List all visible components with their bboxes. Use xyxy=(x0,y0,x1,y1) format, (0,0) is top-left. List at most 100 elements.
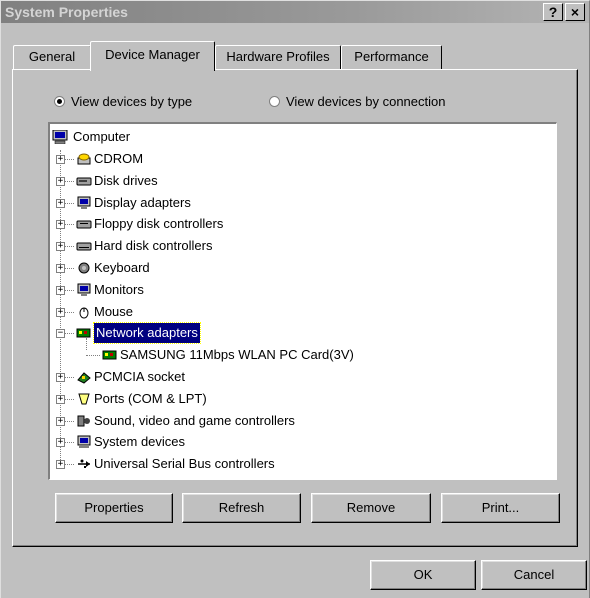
system-device-icon xyxy=(77,435,91,449)
tree-node-network-adapters[interactable]: − Network adapters xyxy=(50,322,550,345)
tree-connector xyxy=(65,333,74,335)
window-title: System Properties xyxy=(5,4,128,20)
expand-icon[interactable]: + xyxy=(56,394,65,404)
view-by-type-radio[interactable]: View devices by type xyxy=(54,94,192,109)
tree-label: Monitors xyxy=(94,281,144,297)
close-button[interactable]: × xyxy=(565,3,585,21)
tree-label: PCMCIA socket xyxy=(94,369,186,384)
tree-label: Floppy disk controllers xyxy=(94,216,224,232)
refresh-label: Refresh xyxy=(218,500,265,515)
tree-label: Keyboard xyxy=(94,260,150,275)
print-label: Print... xyxy=(481,500,520,515)
tree-node-floppy-disk-controllers[interactable]: + Floppy disk controllers xyxy=(50,214,550,234)
tree-label: Display adapters xyxy=(94,194,191,210)
port-icon xyxy=(78,393,90,405)
tree-connector xyxy=(65,268,74,269)
ok-label: OK xyxy=(413,567,433,582)
radio-unselected-indicator xyxy=(269,96,280,107)
tree-connector xyxy=(65,398,74,400)
tree-node-mouse[interactable]: + Mouse xyxy=(50,302,550,322)
properties-button[interactable]: Properties xyxy=(55,493,173,523)
tree-connector xyxy=(65,224,74,226)
floppy-controller-icon xyxy=(76,220,92,229)
collapse-icon[interactable]: − xyxy=(56,329,65,339)
tree-label: Computer xyxy=(73,129,131,144)
print-button[interactable]: Print... xyxy=(441,493,560,523)
tab-general[interactable]: General xyxy=(13,45,91,69)
title-bar[interactable]: System Properties ? × xyxy=(1,1,589,23)
keyboard-icon xyxy=(78,262,90,274)
tree-node-system-devices[interactable]: + System devices xyxy=(50,432,550,452)
tree-label: Network adapters xyxy=(93,322,201,345)
tree-connector xyxy=(65,420,74,422)
view-by-connection-radio[interactable]: View devices by connection xyxy=(269,94,445,109)
expand-icon[interactable]: + xyxy=(56,220,65,230)
tree-connector xyxy=(65,464,74,466)
tree-label: Hard disk controllers xyxy=(94,238,213,254)
tree-label: Ports (COM & LPT) xyxy=(94,390,207,406)
remove-button[interactable]: Remove xyxy=(311,493,431,523)
tree-node-display-adapters[interactable]: + Display adapters xyxy=(50,193,550,213)
expand-icon[interactable]: + xyxy=(56,176,65,186)
display-adapter-icon xyxy=(77,196,91,209)
tree-node-hard-disk-controllers[interactable]: + Hard disk controllers xyxy=(50,236,550,256)
tab-device-manager[interactable]: Device Manager xyxy=(90,41,215,71)
remove-label: Remove xyxy=(346,500,396,515)
device-tree[interactable]: Computer + CDROM + Disk drives + Display adap… xyxy=(48,122,557,480)
usb-icon xyxy=(78,459,90,469)
tree-connector xyxy=(65,377,74,378)
tree-node-disk-drives[interactable]: + Disk drives xyxy=(50,171,550,191)
view-by-type-label: View devices by type xyxy=(71,94,193,109)
view-by-connection-label: View devices by connection xyxy=(286,94,446,109)
tree-label: Universal Serial Bus controllers xyxy=(94,456,275,472)
properties-label: Properties xyxy=(84,500,144,515)
cdrom-icon xyxy=(77,153,91,165)
monitor-icon xyxy=(77,283,91,296)
cancel-label: Cancel xyxy=(513,567,555,582)
tree-node-cdrom[interactable]: + CDROM xyxy=(50,149,550,169)
tree-label: Sound, video and game controllers xyxy=(94,412,295,428)
ok-button[interactable]: OK xyxy=(370,560,476,590)
expand-icon[interactable]: + xyxy=(56,155,65,164)
mouse-icon xyxy=(79,307,89,319)
tree-label: Mouse xyxy=(94,303,134,319)
tree-connector xyxy=(65,202,74,204)
expand-icon[interactable]: + xyxy=(56,285,65,295)
tree-label: SAMSUNG 11Mbps WLAN PC Card(3V) xyxy=(120,347,354,363)
expand-icon[interactable]: + xyxy=(56,264,65,273)
expand-icon[interactable]: + xyxy=(56,373,65,382)
tree-node-samsung-11mbps-wlan-pc-card-3v[interactable]: SAMSUNG 11Mbps WLAN PC Card(3V) xyxy=(50,345,550,365)
tree-connector xyxy=(65,311,74,313)
tree-label: System devices xyxy=(94,434,186,450)
computer-icon xyxy=(52,130,68,144)
cancel-button[interactable]: Cancel xyxy=(481,560,587,590)
tree-label: CDROM xyxy=(94,151,144,166)
tree-connector xyxy=(65,246,74,248)
disk-drive-icon xyxy=(76,177,92,186)
hard-disk-controller-icon xyxy=(76,242,92,251)
tree-label: Disk drives xyxy=(94,172,158,188)
tree-node-sound-video-and-game-controllers[interactable]: + Sound, video and game controllers xyxy=(50,411,550,431)
tree-node-ports-com-lpt[interactable]: + Ports (COM & LPT) xyxy=(50,389,550,409)
tree-node-pcmcia-socket[interactable]: + PCMCIA socket xyxy=(50,367,550,387)
network-card-icon xyxy=(102,350,117,360)
help-button[interactable]: ? xyxy=(543,3,563,21)
tree-node-keyboard[interactable]: + Keyboard xyxy=(50,258,550,278)
network-adapter-icon xyxy=(76,328,91,338)
expand-icon[interactable]: + xyxy=(56,198,65,208)
expand-icon[interactable]: + xyxy=(56,307,65,317)
refresh-button[interactable]: Refresh xyxy=(182,493,301,523)
sound-icon xyxy=(77,415,90,427)
tree-connector xyxy=(65,159,74,160)
tree-node-universal-serial-bus-controllers[interactable]: + Universal Serial Bus controllers xyxy=(50,454,550,474)
tab-performance[interactable]: Performance xyxy=(341,45,442,69)
tab-hardware-profiles[interactable]: Hardware Profiles xyxy=(215,45,341,69)
tree-connector xyxy=(65,180,74,182)
radio-selected-indicator xyxy=(54,96,65,107)
tree-node-monitors[interactable]: + Monitors xyxy=(50,280,550,300)
expand-icon[interactable]: + xyxy=(56,460,65,470)
expand-icon[interactable]: + xyxy=(56,242,65,252)
expand-icon[interactable]: + xyxy=(56,438,65,448)
tree-connector xyxy=(65,289,74,291)
expand-icon[interactable]: + xyxy=(56,416,65,426)
